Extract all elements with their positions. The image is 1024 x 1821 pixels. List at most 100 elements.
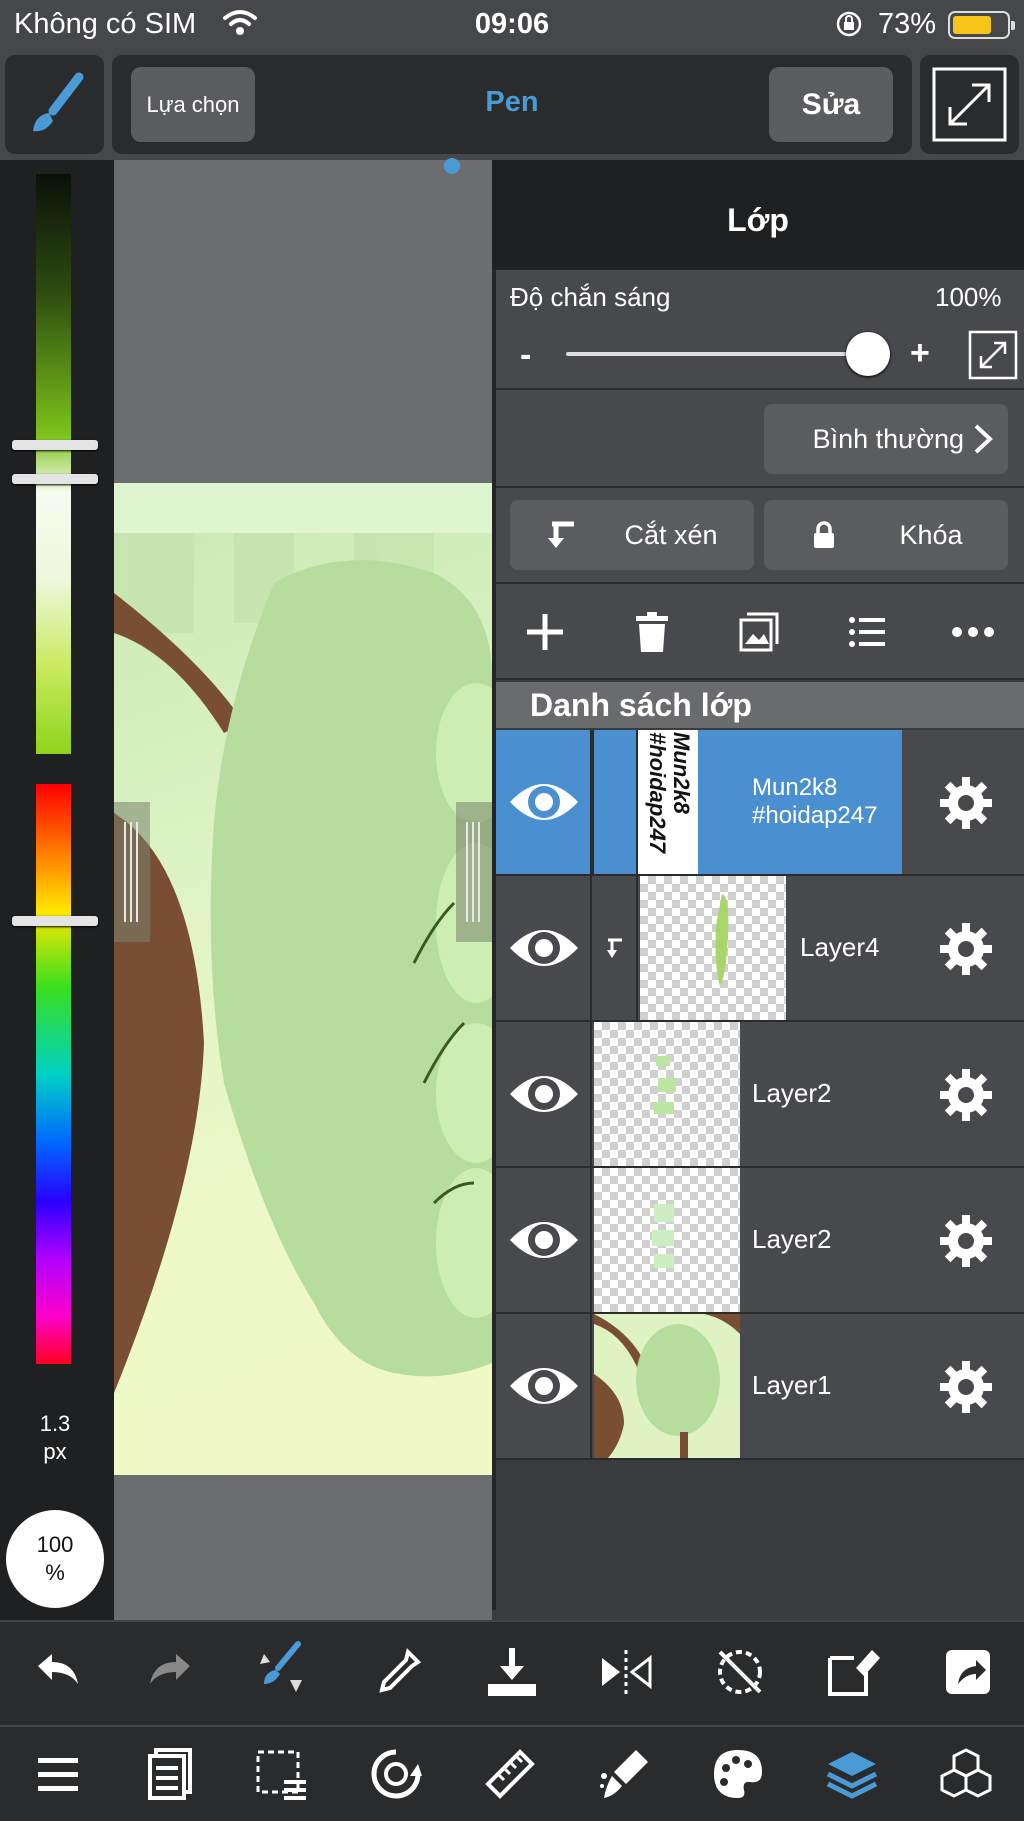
layer-panel-title: Lớp xyxy=(727,202,789,238)
more-icon[interactable] xyxy=(951,610,995,654)
flip-icon[interactable] xyxy=(598,1644,654,1700)
hue-slider[interactable] xyxy=(36,784,71,1364)
opacity-slider[interactable] xyxy=(566,352,866,356)
add-image-layer-icon[interactable] xyxy=(737,610,781,654)
pager-dot xyxy=(444,158,460,174)
eye-icon xyxy=(510,1222,578,1258)
artwork xyxy=(114,483,492,1393)
rotation-lock-icon xyxy=(836,11,862,37)
thumb-line1: Mun2k8 xyxy=(669,732,694,815)
clip-arrow-icon xyxy=(607,938,622,958)
pages-icon[interactable] xyxy=(142,1746,198,1802)
layer-row-layer1[interactable]: Layer1 xyxy=(496,1314,1024,1460)
visibility-toggle[interactable] xyxy=(496,1314,592,1458)
brush-icon xyxy=(33,72,84,132)
brush-size-unit: px xyxy=(43,1439,67,1464)
clipping-button[interactable]: Cắt xén xyxy=(510,500,754,570)
left-panel-grip[interactable] xyxy=(114,802,150,942)
visibility-toggle[interactable] xyxy=(496,1022,592,1166)
brush-opacity-unit: % xyxy=(45,1560,65,1585)
layer-thumbnail xyxy=(640,876,786,1020)
chevron-right-icon xyxy=(974,424,993,454)
redo-icon[interactable] xyxy=(142,1644,198,1700)
eye-icon xyxy=(510,784,578,820)
brush-swap-icon[interactable] xyxy=(254,1640,310,1696)
fullscreen-button[interactable] xyxy=(920,55,1019,154)
add-layer-icon[interactable] xyxy=(523,610,567,654)
layers-icon[interactable] xyxy=(824,1746,880,1802)
save-icon[interactable] xyxy=(484,1644,540,1700)
layer-thumbnail xyxy=(594,1022,740,1166)
layer-name: Layer1 xyxy=(752,1370,832,1400)
brush-size-value: 1.3 xyxy=(39,1411,71,1436)
gear-icon[interactable] xyxy=(938,1067,994,1123)
layer-thumbnail xyxy=(594,1168,740,1312)
clip-indicator xyxy=(592,876,638,1020)
brush-opacity[interactable]: 100 % xyxy=(6,1510,104,1608)
brightness-handle-2[interactable] xyxy=(12,474,98,484)
menu-icon[interactable] xyxy=(30,1746,86,1802)
undo-icon[interactable] xyxy=(30,1644,86,1700)
lock-label: Khóa xyxy=(899,519,963,550)
lock-button[interactable]: Khóa xyxy=(764,500,1008,570)
layer-row-layer2-b[interactable]: Layer2 xyxy=(496,1168,1024,1314)
battery-icon xyxy=(948,11,1015,39)
brightness-slider[interactable] xyxy=(36,174,71,754)
transform-icon[interactable] xyxy=(826,1644,882,1700)
visibility-toggle[interactable] xyxy=(496,876,592,1020)
rotate-off-icon[interactable] xyxy=(712,1644,768,1700)
layer-name-line1: Mun2k8 xyxy=(752,774,838,801)
drawing-canvas[interactable] xyxy=(114,483,492,1475)
layer-list-icon[interactable] xyxy=(845,610,889,654)
layer-row-layer2-a[interactable]: Layer2 xyxy=(496,1022,1024,1168)
layer-name: Layer4 xyxy=(800,932,880,962)
selection-icon[interactable] xyxy=(254,1746,310,1802)
brush-size[interactable]: 1.3 px xyxy=(0,1410,110,1466)
thumbnail-text-art: Mun2k8 #hoidap247 xyxy=(645,732,694,855)
opacity-minus-button[interactable]: - xyxy=(520,336,531,375)
palette-icon[interactable] xyxy=(710,1746,766,1802)
opacity-slider-knob[interactable] xyxy=(846,332,890,376)
gear-icon[interactable] xyxy=(938,1213,994,1269)
hue-handle[interactable] xyxy=(12,916,98,926)
layer-name: Mun2k8 #hoidap247 xyxy=(752,774,877,830)
layer-thumbnail xyxy=(594,1314,740,1458)
right-panel-grip[interactable] xyxy=(456,802,492,942)
brightness-handle-1[interactable] xyxy=(12,440,98,450)
opacity-plus-button[interactable]: + xyxy=(910,334,930,373)
opacity-expand-icon[interactable] xyxy=(968,330,1018,380)
layer-name-line2: #hoidap247 xyxy=(752,802,878,829)
clipping-label: Cắt xén xyxy=(624,519,718,550)
layer-name: Layer2 xyxy=(752,1224,832,1254)
expand-icon xyxy=(932,67,1007,142)
thumb-line2: #hoidap247 xyxy=(645,732,670,855)
layer-row-layer4[interactable]: Layer4 xyxy=(496,876,1024,1022)
opacity-label: Độ chắn sáng xyxy=(510,282,671,312)
edit-button[interactable]: Sửa xyxy=(769,67,893,142)
gear-icon[interactable] xyxy=(938,921,994,977)
ruler-icon[interactable] xyxy=(482,1746,538,1802)
gear-icon[interactable] xyxy=(938,775,994,831)
layer-thumbnail: Mun2k8 #hoidap247 xyxy=(636,730,698,874)
visibility-toggle[interactable] xyxy=(496,730,592,874)
battery-percent: 73% xyxy=(878,8,937,40)
fill-icon[interactable] xyxy=(596,1746,652,1802)
lock-icon xyxy=(814,521,835,548)
brush-opacity-value: 100 xyxy=(36,1532,74,1557)
opacity-value: 100% xyxy=(935,282,1002,312)
trash-icon[interactable] xyxy=(630,610,674,654)
gear-icon[interactable] xyxy=(938,1359,994,1415)
layer-list-header: Danh sách lớp xyxy=(496,682,1024,728)
visibility-toggle[interactable] xyxy=(496,1168,592,1312)
brush-tool-button[interactable] xyxy=(5,55,104,154)
share-icon[interactable] xyxy=(940,1644,996,1700)
clip-arrow-icon xyxy=(548,521,575,548)
layer-name: Layer2 xyxy=(752,1078,832,1108)
eyedropper-icon[interactable] xyxy=(370,1644,426,1700)
layer-row-mun2k8[interactable]: Mun2k8 #hoidap247 Mun2k8 #hoidap247 xyxy=(496,730,1024,876)
materials-icon[interactable] xyxy=(938,1746,994,1802)
eye-icon xyxy=(510,930,578,966)
eye-icon xyxy=(510,1368,578,1404)
clock-text: 09:06 xyxy=(474,8,550,40)
rotate-canvas-icon[interactable] xyxy=(368,1746,424,1802)
